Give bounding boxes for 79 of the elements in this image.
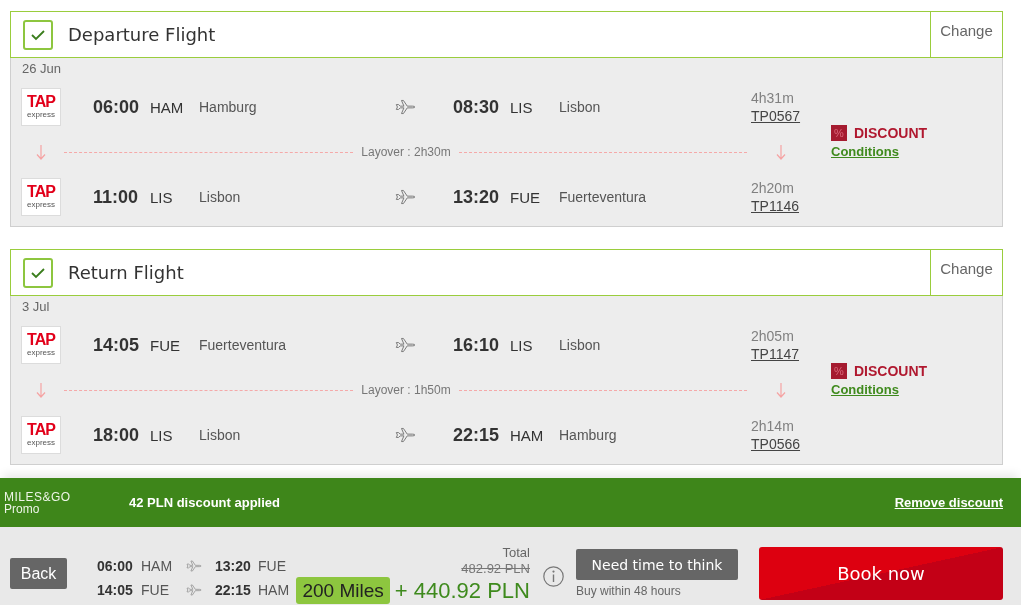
arrow-down-icon	[36, 382, 46, 398]
percent-icon: %	[831, 125, 847, 141]
departure-time: 06:00	[93, 96, 141, 118]
plane-icon	[395, 427, 416, 443]
flight-duration: 2h20m	[751, 179, 794, 197]
flight-number-link[interactable]: TP0566	[751, 435, 801, 453]
departure-time: 14:05	[93, 334, 141, 356]
departure-city: Hamburg	[199, 99, 258, 115]
think-button[interactable]: Need time to think	[576, 549, 738, 580]
arrival-time: 16:10	[453, 334, 501, 356]
airline-logo: TAP express	[21, 178, 61, 216]
airline-logo: TAP express	[21, 88, 61, 126]
conditions-link[interactable]: Conditions	[831, 144, 899, 159]
departure-code: HAM	[141, 558, 174, 574]
plane-icon	[395, 189, 416, 205]
total-label: Total	[502, 545, 530, 561]
departure-city: Fuerteventura	[199, 337, 288, 353]
conditions-link[interactable]: Conditions	[831, 382, 899, 397]
promo-message: 42 PLN discount applied	[129, 495, 280, 510]
total-price: + 440.92 PLN	[394, 577, 530, 604]
section-title: Departure Flight	[68, 24, 216, 45]
discount-label: DISCOUNT	[854, 363, 928, 379]
arrival-city: Fuerteventura	[559, 189, 648, 205]
flight-date: 3 Jul	[22, 299, 51, 315]
back-button[interactable]: Back	[10, 558, 67, 589]
brand-tagline: Promo	[4, 502, 41, 515]
old-price: 482.92 PLN	[461, 561, 530, 577]
departure-city: Lisbon	[199, 427, 242, 443]
plane-icon	[395, 99, 416, 115]
plane-icon	[186, 584, 202, 596]
departure-code: FUE	[141, 582, 170, 598]
section-title: Return Flight	[68, 262, 184, 283]
flight-number-link[interactable]: TP1146	[751, 197, 799, 215]
arrow-down-icon	[36, 144, 46, 160]
arrival-time: 08:30	[453, 96, 501, 118]
arrow-down-icon	[776, 382, 786, 398]
airline-logo: TAP express	[21, 416, 61, 454]
book-button[interactable]: Book now	[759, 547, 1003, 600]
airline-logo: TAP express	[21, 326, 61, 364]
info-icon[interactable]	[543, 566, 564, 587]
departure-time: 11:00	[93, 186, 140, 208]
departure-city: Lisbon	[199, 189, 242, 205]
discount-label: DISCOUNT	[854, 125, 928, 141]
miles-badge: 200 Miles	[296, 577, 390, 604]
arrival-code: HAM	[510, 426, 545, 444]
layover-text: Layover : 2h30m	[360, 145, 452, 159]
departure-code: HAM	[150, 98, 185, 116]
arrival-time: 13:20	[215, 558, 252, 574]
flight-duration: 4h31m	[751, 89, 794, 107]
remove-discount-link[interactable]: Remove discount	[894, 495, 1003, 510]
flight-date: 26 Jun	[22, 61, 63, 77]
departure-code: LIS	[150, 426, 174, 444]
arrival-time: 22:15	[453, 424, 501, 446]
arrival-city: Lisbon	[559, 337, 602, 353]
flight-number-link[interactable]: TP1147	[751, 345, 799, 363]
arrival-code: LIS	[510, 98, 534, 116]
arrival-code: LIS	[510, 336, 534, 354]
departure-code: LIS	[150, 188, 174, 206]
arrival-city: Hamburg	[559, 427, 618, 443]
plane-icon	[186, 560, 202, 572]
arrival-code: FUE	[258, 558, 287, 574]
layover-text: Layover : 1h50m	[360, 383, 452, 397]
departure-time: 14:05	[97, 582, 134, 598]
arrow-down-icon	[776, 144, 786, 160]
arrival-code: FUE	[510, 188, 541, 206]
arrival-code: HAM	[258, 582, 291, 598]
plane-icon	[395, 337, 416, 353]
think-note: Buy within 48 hours	[576, 584, 681, 598]
arrival-time: 22:15	[215, 582, 252, 598]
flight-number-link[interactable]: TP0567	[751, 107, 801, 125]
departure-time: 18:00	[93, 424, 141, 446]
departure-time: 06:00	[97, 558, 134, 574]
flight-duration: 2h05m	[751, 327, 794, 345]
brand-name: MILES&GO	[4, 490, 72, 503]
departure-code: FUE	[150, 336, 181, 354]
arrival-city: Lisbon	[559, 99, 602, 115]
flight-duration: 2h14m	[751, 417, 794, 435]
percent-icon: %	[831, 363, 847, 379]
arrival-time: 13:20	[453, 186, 501, 208]
